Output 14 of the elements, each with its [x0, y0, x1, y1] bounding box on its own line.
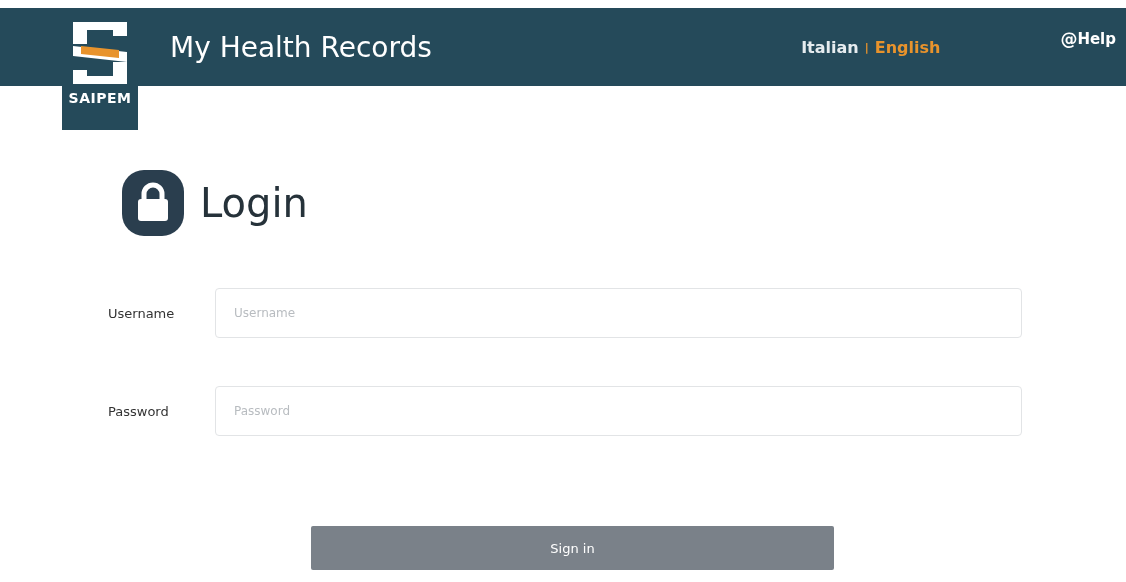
language-link[interactable]: English [874, 37, 941, 57]
app-title: My Health Records [170, 30, 433, 64]
logo-icon [73, 22, 127, 84]
lock-icon [122, 170, 184, 236]
separator: | [864, 40, 869, 54]
input-field[interactable]: Password [215, 386, 1022, 436]
help-link[interactable]: @Help [1060, 29, 1116, 49]
logo-text: SAIPEM [68, 90, 132, 106]
sign-in-button[interactable]: Sign in [311, 526, 834, 570]
field-label: Password [107, 403, 170, 419]
page-title: Login [200, 180, 308, 226]
field-label: Username [107, 305, 176, 321]
input-field[interactable]: Username [215, 288, 1022, 338]
language-link[interactable]: Italian [801, 37, 859, 57]
